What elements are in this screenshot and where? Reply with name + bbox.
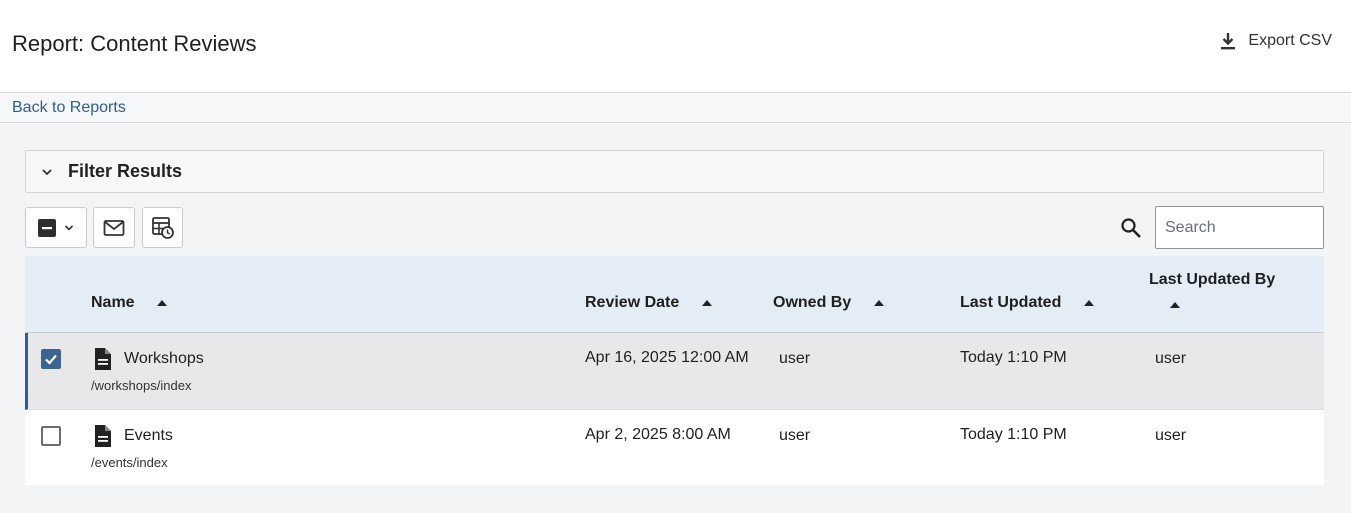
column-header-review-date[interactable]: Review Date: [585, 294, 712, 312]
page-header: Report: Content Reviews Export CSV: [0, 0, 1351, 93]
cell-owned-by: user: [779, 350, 811, 367]
sort-ascending-icon: [1170, 302, 1180, 308]
document-icon: [95, 425, 111, 447]
column-header-last-updated-by[interactable]: Last Updated By: [1149, 271, 1276, 308]
item-name-link[interactable]: Events: [124, 427, 173, 445]
back-to-reports-link[interactable]: Back to Reports: [12, 99, 126, 117]
column-label: Review Date: [585, 294, 680, 311]
cell-last-updated: Today 1:10 PM: [960, 426, 1067, 443]
sort-ascending-icon: [1083, 299, 1094, 306]
row-checkbox[interactable]: [41, 426, 61, 446]
column-label: Owned By: [773, 294, 852, 311]
table-header: Name Review Date Owned By Last Updated L…: [25, 256, 1324, 333]
download-icon: [1221, 33, 1236, 50]
table-row[interactable]: Events /events/index Apr 2, 2025 8:00 AM…: [25, 410, 1324, 485]
search-icon[interactable]: [1120, 217, 1142, 239]
schedule-report-button[interactable]: [142, 207, 183, 248]
filter-results-title: Filter Results: [68, 161, 183, 181]
cell-last-updated-by: user: [1155, 427, 1187, 444]
document-icon: [95, 348, 111, 370]
column-label: Name: [91, 294, 135, 311]
chevron-down-icon: [42, 168, 52, 175]
column-header-name[interactable]: Name: [91, 294, 168, 312]
column-label: Last Updated: [960, 294, 1062, 311]
page-title: Report: Content Reviews: [12, 31, 257, 56]
cell-review-date: Apr 2, 2025 8:00 AM: [585, 426, 731, 443]
item-path: /workshops/index: [91, 378, 192, 393]
row-checkbox[interactable]: [41, 349, 61, 369]
sort-ascending-icon: [701, 299, 712, 306]
sort-ascending-icon: [157, 299, 168, 306]
cell-review-date: Apr 16, 2025 12:00 AM: [585, 349, 749, 366]
export-csv-label: Export CSV: [1248, 32, 1332, 49]
item-path: /events/index: [91, 455, 168, 470]
chevron-down-icon: [64, 224, 74, 231]
table-row[interactable]: Workshops /workshops/index Apr 16, 2025 …: [25, 333, 1324, 410]
checkmark-icon: [45, 354, 57, 365]
cell-owned-by: user: [779, 427, 811, 444]
bulk-select-dropdown[interactable]: [25, 207, 87, 248]
mail-icon: [103, 219, 125, 236]
minus-checkbox-icon: [38, 218, 56, 237]
export-csv-button[interactable]: Export CSV: [1218, 30, 1332, 52]
sort-ascending-icon: [873, 299, 884, 306]
filter-results-toggle[interactable]: Filter Results: [25, 150, 1324, 193]
column-header-last-updated[interactable]: Last Updated: [960, 294, 1094, 312]
cell-last-updated-by: user: [1155, 350, 1187, 367]
back-bar: Back to Reports: [0, 93, 1351, 123]
search-input[interactable]: [1155, 206, 1324, 249]
column-header-owned-by[interactable]: Owned By: [773, 294, 884, 312]
calendar-schedule-icon: [151, 216, 174, 239]
cell-last-updated: Today 1:10 PM: [960, 349, 1067, 366]
column-label: Last Updated By: [1149, 271, 1276, 288]
item-name-link[interactable]: Workshops: [124, 350, 204, 368]
email-button[interactable]: [93, 207, 135, 248]
